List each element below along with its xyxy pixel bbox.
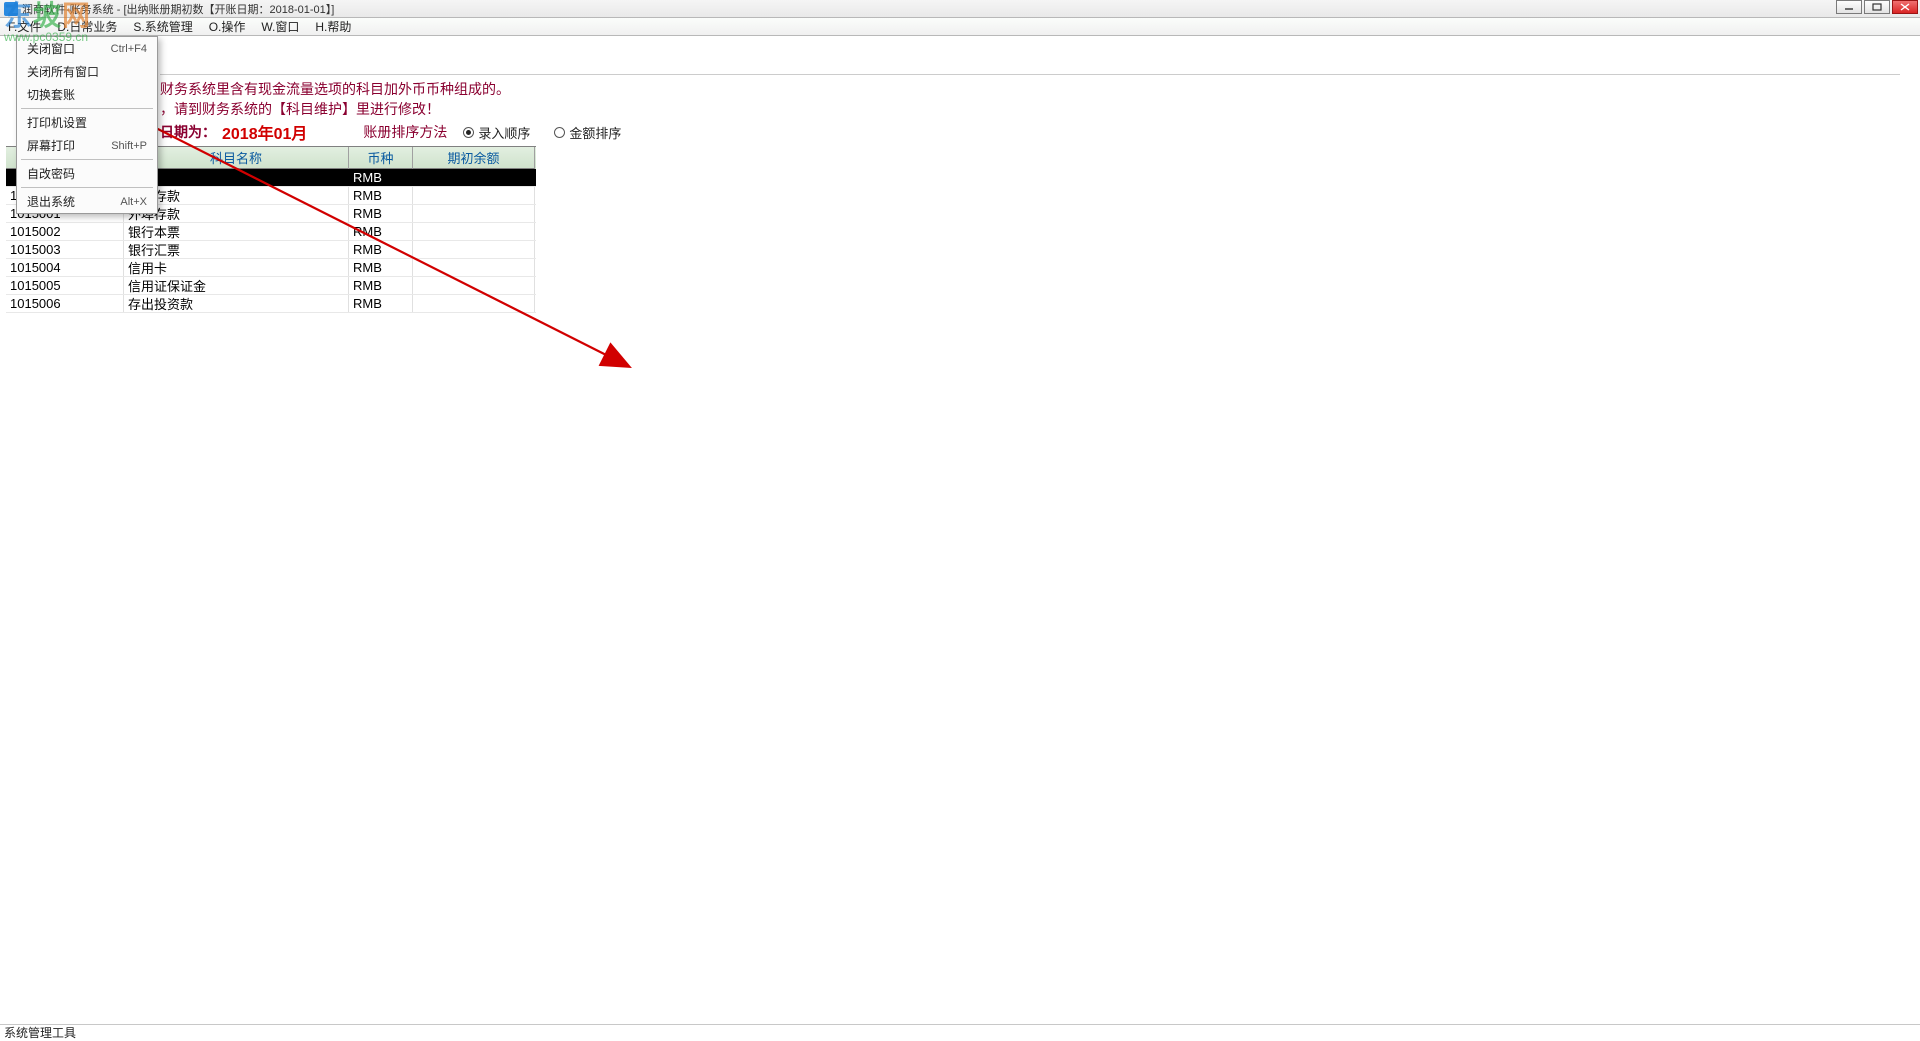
table-cell: RMB bbox=[349, 169, 413, 186]
radio-entry-order[interactable]: 录入顺序 bbox=[463, 123, 530, 142]
window-controls bbox=[1836, 0, 1918, 14]
menu-file[interactable]: F.文件 bbox=[0, 18, 49, 35]
menu-item-label: 切换套账 bbox=[27, 86, 75, 103]
radio-dot-icon bbox=[554, 127, 565, 138]
menu-item[interactable]: 关闭窗口 Ctrl+F4 bbox=[17, 37, 157, 60]
table-cell bbox=[413, 169, 535, 186]
menu-item-shortcut: Ctrl+F4 bbox=[111, 43, 147, 55]
table-cell: RMB bbox=[349, 259, 413, 276]
content-area: 关闭窗口 Ctrl+F4 关闭所有窗口切换套账打印机设置屏幕打印 Shift+P 自改密… bbox=[0, 36, 1920, 1024]
table-row[interactable]: 1015002银行本票RMB bbox=[6, 223, 536, 241]
menu-item-label: 关闭所有窗口 bbox=[27, 63, 99, 80]
menu-item-label: 打印机设置 bbox=[27, 114, 87, 131]
menu-system[interactable]: S.系统管理 bbox=[125, 18, 200, 35]
table-cell bbox=[413, 241, 535, 258]
hint-line1: 财务系统里含有现金流量选项的科目加外币币种组成的。 bbox=[160, 79, 1900, 99]
table-cell: RMB bbox=[349, 241, 413, 258]
menu-item[interactable]: 屏幕打印 Shift+P bbox=[17, 134, 157, 157]
table-cell: RMB bbox=[349, 223, 413, 240]
table-cell: RMB bbox=[349, 295, 413, 312]
radio-amount-order[interactable]: 金额排序 bbox=[554, 123, 621, 142]
hint-text: 财务系统里含有现金流量选项的科目加外币币种组成的。 ，请到财务系统的【科目维护】… bbox=[160, 74, 1900, 119]
table-cell: 银行汇票 bbox=[124, 241, 349, 258]
table-cell bbox=[413, 187, 535, 204]
menu-operate[interactable]: O.操作 bbox=[201, 18, 254, 35]
status-text: 系统管理工具 bbox=[4, 1024, 76, 1041]
file-dropdown: 关闭窗口 Ctrl+F4 关闭所有窗口切换套账打印机设置屏幕打印 Shift+P 自改密… bbox=[16, 36, 158, 214]
close-button[interactable] bbox=[1892, 0, 1918, 14]
window-title: 润商软件-账务系统 - [出纳账册期初数【开账日期：2018-01-01】] bbox=[22, 1, 334, 17]
menu-item-shortcut: Alt+X bbox=[120, 196, 147, 208]
date-value: 2018年01月 bbox=[222, 120, 307, 144]
menu-item-shortcut: Shift+P bbox=[111, 140, 147, 152]
table-cell bbox=[413, 223, 535, 240]
col-currency[interactable]: 币种 bbox=[349, 147, 413, 169]
menubar: F.文件 D.日常业务 S.系统管理 O.操作 W.窗口 H.帮助 bbox=[0, 18, 1920, 36]
table-row[interactable]: 1015006存出投资款RMB bbox=[6, 295, 536, 313]
menu-window[interactable]: W.窗口 bbox=[253, 18, 307, 35]
table-row[interactable]: 1015004信用卡RMB bbox=[6, 259, 536, 277]
sort-label: 账册排序方法 bbox=[363, 122, 447, 142]
app-icon bbox=[4, 2, 18, 16]
table-row[interactable]: 1015003银行汇票RMB bbox=[6, 241, 536, 259]
table-cell: 1015003 bbox=[6, 241, 124, 258]
table-cell: RMB bbox=[349, 205, 413, 222]
menu-item[interactable]: 打印机设置 bbox=[17, 111, 157, 134]
table-cell bbox=[413, 259, 535, 276]
menu-item[interactable]: 关闭所有窗口 bbox=[17, 60, 157, 83]
menu-item[interactable]: 切换套账 bbox=[17, 83, 157, 106]
radio-dot-icon bbox=[463, 127, 474, 138]
table-cell: 1015002 bbox=[6, 223, 124, 240]
titlebar: 润商软件-账务系统 - [出纳账册期初数【开账日期：2018-01-01】] bbox=[0, 0, 1920, 18]
table-cell: 1015006 bbox=[6, 295, 124, 312]
maximize-button[interactable] bbox=[1864, 0, 1890, 14]
col-balance[interactable]: 期初余额 bbox=[413, 147, 535, 169]
table-cell bbox=[413, 295, 535, 312]
menu-daily[interactable]: D.日常业务 bbox=[49, 18, 125, 35]
radio-opt1-label: 录入顺序 bbox=[478, 123, 530, 142]
table-cell bbox=[413, 277, 535, 294]
hint-line2: ，请到财务系统的【科目维护】里进行修改！ bbox=[160, 99, 1900, 119]
table-cell: 1015005 bbox=[6, 277, 124, 294]
table-cell: 信用卡 bbox=[124, 259, 349, 276]
menu-item-label: 退出系统 bbox=[27, 193, 75, 210]
table-cell bbox=[413, 205, 535, 222]
statusbar: 系统管理工具 bbox=[0, 1024, 1920, 1040]
menu-item-label: 屏幕打印 bbox=[27, 137, 75, 154]
table-cell: 银行本票 bbox=[124, 223, 349, 240]
table-cell: RMB bbox=[349, 277, 413, 294]
radio-opt2-label: 金额排序 bbox=[569, 123, 621, 142]
date-label: 日期为： bbox=[160, 122, 216, 142]
menu-item-label: 自改密码 bbox=[27, 165, 75, 182]
date-sort-row: 日期为： 2018年01月 账册排序方法 录入顺序 金额排序 bbox=[160, 120, 639, 144]
menu-item[interactable]: 退出系统 Alt+X bbox=[17, 190, 157, 213]
menu-separator bbox=[21, 159, 153, 160]
table-cell: 1015004 bbox=[6, 259, 124, 276]
table-row[interactable]: 1015005信用证保证金RMB bbox=[6, 277, 536, 295]
menu-separator bbox=[21, 108, 153, 109]
menu-help[interactable]: H.帮助 bbox=[307, 18, 359, 35]
table-cell: 存出投资款 bbox=[124, 295, 349, 312]
menu-item[interactable]: 自改密码 bbox=[17, 162, 157, 185]
table-cell: 信用证保证金 bbox=[124, 277, 349, 294]
menu-item-label: 关闭窗口 bbox=[27, 40, 75, 57]
minimize-button[interactable] bbox=[1836, 0, 1862, 14]
table-cell: RMB bbox=[349, 187, 413, 204]
menu-separator bbox=[21, 187, 153, 188]
